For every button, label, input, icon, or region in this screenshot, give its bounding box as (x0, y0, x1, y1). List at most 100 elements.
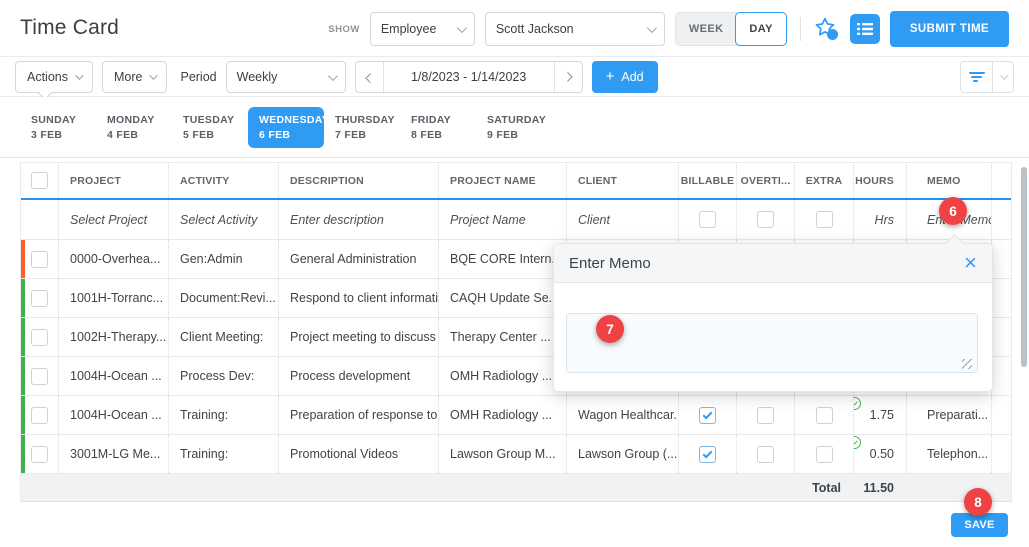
cell-project_name[interactable]: BQE CORE Intern... (438, 240, 566, 278)
cell-activity[interactable]: Gen:Admin (168, 240, 278, 278)
prev-period-button[interactable] (356, 62, 383, 92)
row-select-cell (21, 240, 58, 278)
save-button[interactable]: SAVE (951, 513, 1008, 537)
row-checkbox[interactable] (31, 289, 48, 307)
cell-project_name[interactable]: CAQH Update Se... (438, 279, 566, 317)
billable-checkbox[interactable] (699, 445, 716, 463)
cell-client[interactable]: Wagon Healthcar... (566, 396, 678, 434)
cell-activity[interactable]: Process Dev: (168, 357, 278, 395)
row-checkbox[interactable] (31, 406, 48, 424)
period-select[interactable]: Weekly (225, 61, 346, 93)
more-button[interactable]: More (102, 61, 168, 93)
column-header-memo[interactable]: MEMO (906, 163, 991, 198)
entry-extra-checkbox[interactable] (815, 211, 833, 228)
tab-thursday[interactable]: THURSDAY 7 FEB (324, 107, 400, 148)
extra-checkbox[interactable] (815, 445, 833, 463)
cell-client[interactable]: Lawson Group (... (566, 435, 678, 473)
tab-monday[interactable]: MONDAY 4 FEB (96, 107, 172, 148)
cell-project[interactable]: 1001H-Torranc... (58, 279, 168, 317)
cell-hours[interactable]: 0.50 (853, 435, 906, 473)
close-icon[interactable]: × (964, 252, 977, 274)
tab-day-label: THURSDAY (335, 113, 395, 126)
tab-tuesday[interactable]: TUESDAY 5 FEB (172, 107, 248, 148)
cell-activity[interactable]: Document:Revi... (168, 279, 278, 317)
column-header-project-name[interactable]: PROJECT NAME (438, 163, 566, 198)
entry-client[interactable]: Client (566, 200, 678, 239)
tab-friday[interactable]: FRIDAY 8 FEB (400, 107, 476, 148)
week-toggle-button[interactable]: WEEK (676, 13, 737, 45)
show-select[interactable]: Employee (369, 12, 475, 46)
tab-saturday[interactable]: SATURDAY 9 FEB (476, 107, 552, 148)
top-bar: Time Card SHOW Employee Scott Jackson WE… (0, 0, 1029, 57)
cell-project_name[interactable]: Therapy Center ... (438, 318, 566, 356)
cell-project[interactable]: 0000-Overhea... (58, 240, 168, 278)
filter-dropdown-button[interactable] (993, 61, 1014, 93)
column-header-description[interactable]: DESCRIPTION (278, 163, 438, 198)
filter-button[interactable] (960, 61, 993, 93)
entry-overtime-checkbox[interactable] (757, 211, 774, 228)
chevron-down-icon (75, 71, 84, 80)
overtime-checkbox[interactable] (757, 406, 774, 424)
cell-activity[interactable]: Training: (168, 396, 278, 434)
favorite-star-icon[interactable] (814, 16, 840, 42)
row-checkbox[interactable] (31, 250, 48, 268)
cell-project[interactable]: 1002H-Therapy... (58, 318, 168, 356)
billable-checkbox[interactable] (699, 406, 716, 424)
row-select-cell (21, 279, 58, 317)
add-button[interactable]: + Add (591, 61, 658, 93)
cell-project_name[interactable]: OMH Radiology ... (438, 396, 566, 434)
row-checkbox[interactable] (31, 367, 48, 385)
day-toggle-button[interactable]: DAY (735, 12, 787, 46)
row-accent-strip (21, 435, 25, 473)
cell-activity[interactable]: Training: (168, 435, 278, 473)
cell-project[interactable]: 1004H-Ocean ... (58, 396, 168, 434)
entry-project_name[interactable]: Project Name (438, 200, 566, 239)
column-header-extra[interactable]: EXTRA (794, 163, 853, 198)
row-checkbox[interactable] (31, 445, 48, 463)
column-header-client[interactable]: CLIENT (566, 163, 678, 198)
cell-description[interactable]: Respond to client informatio... (278, 279, 438, 317)
entry-extra-cell (794, 200, 853, 239)
date-range[interactable]: 1/8/2023 - 1/14/2023 (382, 62, 555, 92)
actions-button[interactable]: Actions (15, 61, 93, 101)
column-header-project[interactable]: PROJECT (58, 163, 168, 198)
entry-billable-checkbox[interactable] (699, 211, 716, 228)
cell-description[interactable]: Project meeting to discuss t... (278, 318, 438, 356)
column-header-activity[interactable]: ACTIVITY (168, 163, 278, 198)
entry-project[interactable]: Select Project (58, 200, 168, 239)
next-period-button[interactable] (555, 62, 582, 92)
cell-description[interactable]: General Administration (278, 240, 438, 278)
tab-sunday[interactable]: SUNDAY 3 FEB (20, 107, 96, 148)
submit-time-button[interactable]: SUBMIT TIME (889, 11, 1009, 47)
cell-project_name[interactable]: Lawson Group M... (438, 435, 566, 473)
cell-memo[interactable]: Preparati... (906, 396, 991, 434)
check-icon (702, 409, 713, 419)
memo-textarea[interactable] (566, 313, 978, 373)
column-header-overti-[interactable]: OVERTI... (736, 163, 794, 198)
employee-select[interactable]: Scott Jackson (484, 12, 665, 46)
cell-project_name[interactable]: OMH Radiology ... (438, 357, 566, 395)
overtime-checkbox[interactable] (757, 445, 774, 463)
entry-activity[interactable]: Select Activity (168, 200, 278, 239)
extra-checkbox[interactable] (815, 406, 833, 424)
cell-memo[interactable]: Telephon... (906, 435, 991, 473)
cell-activity[interactable]: Client Meeting: (168, 318, 278, 356)
entry-hours[interactable]: Hrs (853, 200, 906, 239)
entry-description[interactable]: Enter description (278, 200, 438, 239)
tab-wednesday[interactable]: WEDNESDAY 6 FEB (248, 106, 329, 148)
cell-description[interactable]: Promotional Videos (278, 435, 438, 473)
tab-day-label: WEDNESDAY (259, 113, 329, 126)
cell-project[interactable]: 3001M-LG Me... (58, 435, 168, 473)
column-header-billable[interactable]: BILLABLE (678, 163, 736, 198)
column-header-hours[interactable]: HOURS (853, 163, 906, 198)
vertical-scrollbar[interactable] (1021, 167, 1027, 367)
cell-description[interactable]: Process development (278, 357, 438, 395)
total-row: Total 11.50 (21, 474, 1011, 502)
select-all-checkbox[interactable] (31, 172, 48, 189)
cell-project[interactable]: 1004H-Ocean ... (58, 357, 168, 395)
row-checkbox[interactable] (31, 328, 48, 346)
row-select-cell (21, 396, 58, 434)
cell-description[interactable]: Preparation of response to s... (278, 396, 438, 434)
cell-hours[interactable]: 1.75 (853, 396, 906, 434)
list-view-icon[interactable] (849, 14, 880, 44)
